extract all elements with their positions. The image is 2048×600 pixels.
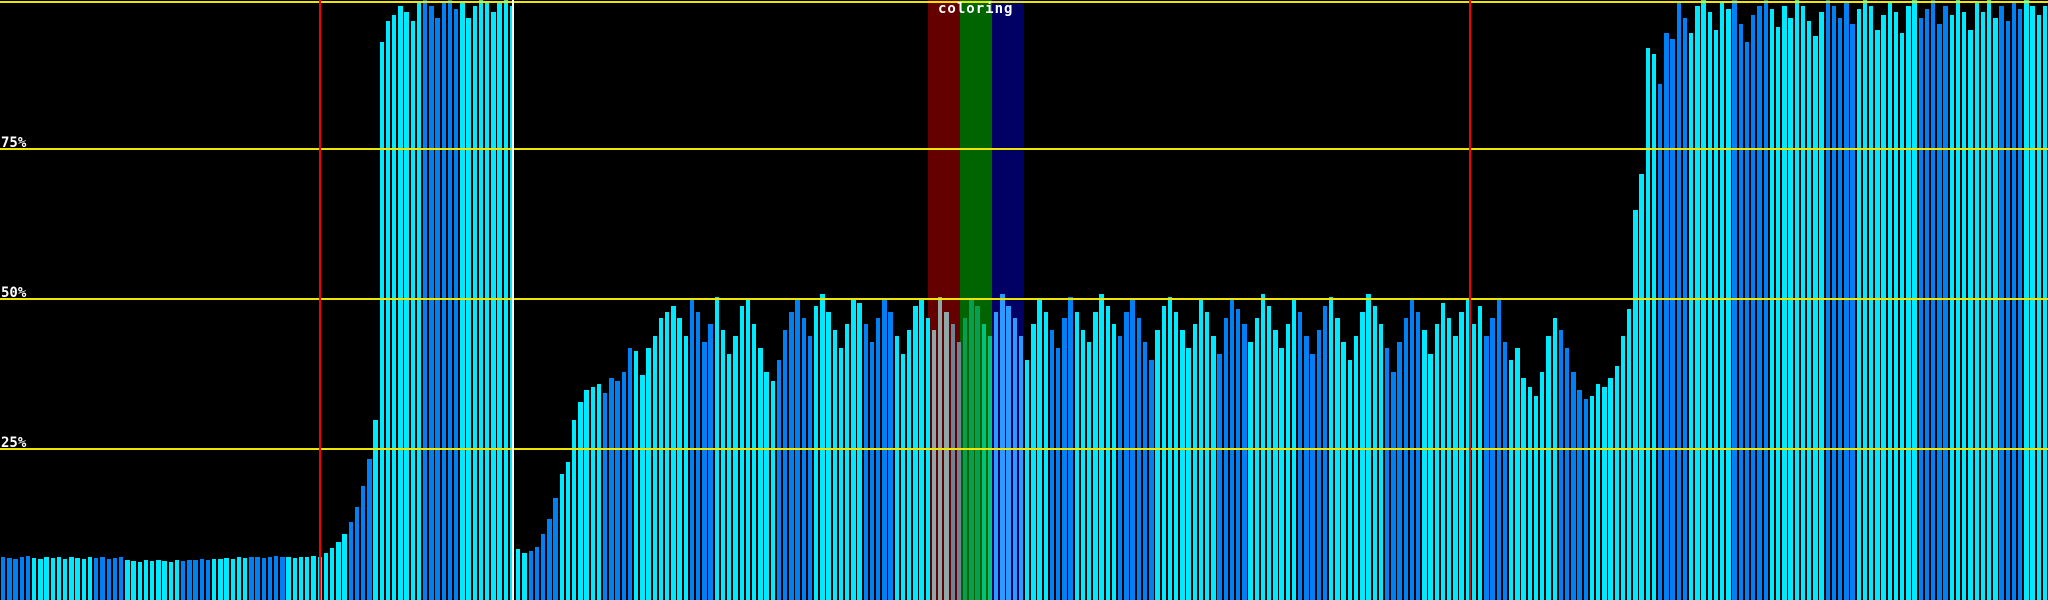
performance-histogram-chart: 75% 50% 25% coloring (0, 0, 2048, 600)
coloring-phase-label: coloring (938, 1, 1014, 17)
ytick-75-label: 75% (1, 135, 27, 151)
labels-layer: 75% 50% 25% coloring (0, 0, 2048, 600)
ytick-50-label: 50% (1, 285, 27, 301)
ytick-25-label: 25% (1, 435, 27, 451)
